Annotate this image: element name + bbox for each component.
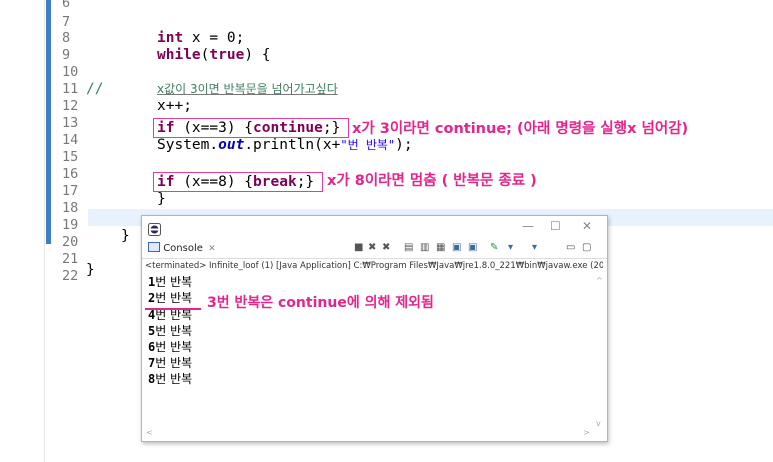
highlight-box-continue <box>153 118 349 138</box>
console-output-line: 5번 반복 <box>148 324 192 339</box>
open-console-icon[interactable]: ✎ <box>490 242 498 253</box>
line-number: 10 <box>62 64 79 80</box>
output-text: 번 반복 <box>155 291 193 305</box>
console-icon <box>148 242 160 252</box>
code-text: System. <box>157 137 219 153</box>
annotation-skip: 3번 반복은 continue에 의해 제외됨 <box>207 295 434 311</box>
skip-underline <box>145 308 201 310</box>
console-titlebar[interactable]: — ☐ ✕ <box>142 216 607 240</box>
line-number: 15 <box>62 149 79 165</box>
app-icon <box>148 221 161 240</box>
new-console-icon[interactable]: ▾ <box>508 242 513 253</box>
console-window[interactable]: — ☐ ✕ Console ✕ ■ ✖ ✖ ▤ ▥ ▦ ▣ ▣ ✎ ▾ ▾ ▭ … <box>141 215 608 442</box>
console-output-line: 8번 반복 <box>148 372 192 387</box>
keyword: true <box>209 47 245 63</box>
gutter-divider <box>44 0 45 462</box>
scroll-lock-icon[interactable]: ▤ <box>404 242 413 253</box>
code-text: .println(x+ <box>244 137 341 153</box>
console-output-line: 6번 반복 <box>148 340 192 355</box>
console-tab-label: Console <box>163 243 203 254</box>
maximize-view-icon[interactable]: ▢ <box>582 242 591 253</box>
output-text: 번 반복 <box>155 372 193 386</box>
line-number: 19 <box>62 217 79 233</box>
scroll-left-icon[interactable]: < <box>146 428 153 437</box>
code-line-8: int x = 0; <box>157 30 244 46</box>
console-output-line: 7번 반복 <box>148 356 192 371</box>
remove-launch-icon[interactable]: ✖ <box>368 242 376 253</box>
code-line-17: } <box>157 191 166 207</box>
word-wrap-icon[interactable]: ▥ <box>420 242 429 253</box>
keyword: int <box>157 30 184 46</box>
keyword: while <box>157 47 201 63</box>
close-window-button[interactable]: ✕ <box>582 219 592 233</box>
output-text: 번 반복 <box>155 340 193 354</box>
output-text: 번 반복 <box>155 308 193 322</box>
line-number: 13 <box>62 115 79 131</box>
comment-slashes: // <box>86 81 104 97</box>
line-number: 18 <box>62 200 79 216</box>
line-number: 9 <box>62 47 71 63</box>
launch-status: <terminated> Infinite_loof (1) [Java App… <box>145 261 603 271</box>
code-line-21: } <box>86 262 95 278</box>
code-line-14: System.out.println(x+"번 반복"); <box>157 137 413 153</box>
line-number: 6 <box>62 0 71 11</box>
console-output-line: 4번 반복 <box>148 308 192 323</box>
scroll-right-icon[interactable]: > <box>583 428 590 437</box>
string-literal: "번 반복" <box>340 138 396 152</box>
code-line-19: } <box>121 228 130 244</box>
display-console-icon[interactable]: ▾ <box>532 242 537 253</box>
vertical-scrollbar[interactable]: ^ v <box>595 276 605 428</box>
highlight-box-break <box>153 172 323 192</box>
line-number: 14 <box>62 132 79 148</box>
scroll-up-icon[interactable]: ^ <box>596 276 603 285</box>
scroll-down-icon[interactable]: v <box>596 419 601 428</box>
display-selected-icon[interactable]: ▣ <box>468 242 477 253</box>
code-line-9: while(true) { <box>157 47 271 63</box>
console-output-line: 1번 반복 <box>148 275 192 290</box>
terminate-icon[interactable]: ■ <box>354 242 363 253</box>
code-text: ) { <box>244 47 271 63</box>
console-tab[interactable]: Console ✕ <box>148 242 216 254</box>
change-indicator-bar <box>46 0 51 244</box>
pin-console-icon[interactable]: ▣ <box>452 242 461 253</box>
line-number: 8 <box>62 30 71 46</box>
line-number: 7 <box>62 14 71 30</box>
console-toolbar: Console ✕ ■ ✖ ✖ ▤ ▥ ▦ ▣ ▣ ✎ ▾ ▾ ▭ ▢ <box>142 240 607 259</box>
output-text: 번 반복 <box>155 356 193 370</box>
code-line-12: x++; <box>157 98 192 114</box>
maximize-button[interactable]: ☐ <box>550 219 561 233</box>
line-number: 12 <box>62 98 79 114</box>
code-text: ); <box>395 137 413 153</box>
minimize-view-icon[interactable]: ▭ <box>566 242 575 253</box>
close-tab-icon[interactable]: ✕ <box>208 244 216 254</box>
code-comment: x값이 3이면 반복문을 넘어가고싶다 <box>157 82 338 96</box>
output-text: 번 반복 <box>155 324 193 338</box>
annotation-break: x가 8이라면 멈춤 ( 반복문 종료 ) <box>327 173 537 189</box>
remove-all-icon[interactable]: ✖ <box>382 242 390 253</box>
show-console-icon[interactable]: ▦ <box>436 242 445 253</box>
minimize-button[interactable]: — <box>522 219 534 233</box>
output-text: 번 반복 <box>155 275 193 289</box>
field-name: out <box>218 137 245 153</box>
console-output-line: 2번 반복 <box>148 291 192 306</box>
code-text: x = 0; <box>183 30 245 46</box>
horizontal-scrollbar[interactable]: < > <box>144 428 592 439</box>
line-number: 16 <box>62 166 79 182</box>
line-number: 17 <box>62 183 79 199</box>
annotation-continue: x가 3이라면 continue; (아래 명령을 실행x 넘어감) <box>352 121 689 137</box>
line-number: 20 <box>62 234 79 250</box>
